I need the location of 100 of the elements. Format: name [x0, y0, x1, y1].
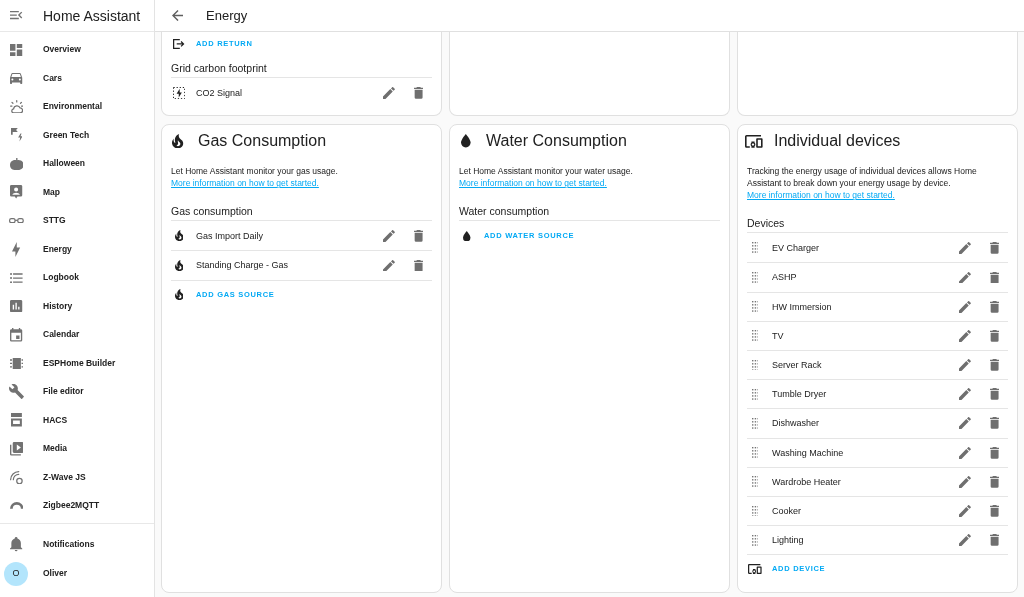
water-drop-icon: [463, 230, 471, 241]
trash-icon[interactable]: [989, 329, 999, 342]
trash-icon[interactable]: [413, 229, 423, 242]
sidebar-item[interactable]: History: [0, 292, 154, 321]
chip-icon: [9, 357, 24, 369]
sidebar-item[interactable]: Map: [0, 178, 154, 207]
trash-icon[interactable]: [989, 446, 999, 459]
drag-handle-icon[interactable]: [751, 242, 759, 254]
drag-handle-icon[interactable]: [751, 418, 759, 429]
flag-bolt-icon: [10, 128, 23, 143]
drag-handle-icon[interactable]: [751, 505, 759, 517]
source-name: Tumble Dryer: [772, 388, 828, 401]
source-name: TV: [772, 329, 785, 342]
sidebar-item[interactable]: Zigbee2MQTT: [0, 491, 154, 520]
sidebar-item[interactable]: STTG: [0, 206, 154, 235]
drag-handle-icon[interactable]: [751, 359, 759, 371]
drag-handle-icon[interactable]: [751, 301, 759, 313]
sidebar-item[interactable]: Overview: [0, 35, 154, 64]
pencil-icon[interactable]: [958, 388, 971, 401]
sidebar-item[interactable]: Halloween: [0, 149, 154, 178]
source-name: Gas Import Daily: [196, 229, 265, 242]
trash-icon[interactable]: [989, 388, 999, 401]
source-name: Dishwasher: [772, 417, 821, 430]
glasses-icon: [9, 218, 24, 224]
pencil-icon[interactable]: [382, 86, 395, 99]
source-name: ASHP: [772, 271, 798, 284]
sidebar-item[interactable]: HACS: [0, 406, 154, 435]
trash-icon[interactable]: [989, 534, 999, 547]
sidebar-item[interactable]: Green Tech: [0, 121, 154, 150]
drag-handle-icon[interactable]: [751, 534, 759, 546]
card-description: Tracking the energy usage of individual devices allows Home Assistant to break down your energy usage by device. More information on how to get started.: [747, 165, 978, 202]
devices-icon: [748, 564, 762, 575]
card-description: Let Home Assistant monitor your gas usage. More information on how to get started.: [171, 165, 339, 190]
sidebar-item[interactable]: Cars: [0, 64, 154, 93]
section-heading: Water consumption: [459, 204, 720, 222]
fire-icon: [174, 230, 184, 242]
trash-icon[interactable]: [413, 259, 423, 272]
pencil-icon[interactable]: [958, 271, 971, 284]
fire-icon: [172, 134, 184, 149]
devices-icon: [745, 134, 763, 148]
trash-icon[interactable]: [989, 417, 999, 430]
sidebar-item[interactable]: Media: [0, 434, 154, 463]
card-title: Water Consumption: [486, 131, 627, 152]
card-title: Individual devices: [774, 131, 901, 152]
trash-icon[interactable]: [989, 271, 999, 284]
play-icon: [9, 441, 24, 456]
trash-icon[interactable]: [989, 359, 999, 371]
pencil-icon[interactable]: [958, 241, 971, 254]
drag-handle-icon[interactable]: [751, 388, 759, 400]
pencil-icon[interactable]: [382, 259, 395, 272]
source-name: Lighting: [772, 534, 805, 547]
trash-icon[interactable]: [989, 475, 999, 488]
drag-handle-icon[interactable]: [751, 330, 759, 342]
source-name: Cooker: [772, 504, 802, 517]
back-arrow-icon[interactable]: [171, 9, 184, 22]
pencil-icon[interactable]: [958, 505, 971, 517]
pumpkin-icon: [9, 157, 24, 170]
sidebar-item[interactable]: Calendar: [0, 320, 154, 349]
section-heading: Devices: [747, 216, 1008, 234]
pencil-icon[interactable]: [958, 300, 971, 313]
panel-icon: [11, 413, 22, 428]
fire-icon: [174, 259, 184, 272]
pencil-icon[interactable]: [958, 417, 971, 430]
sidebar-item[interactable]: File editor: [0, 377, 154, 406]
pencil-icon[interactable]: [958, 329, 971, 342]
menu-icon[interactable]: [10, 11, 23, 20]
list-icon: [10, 272, 23, 283]
card-description: Let Home Assistant monitor your water usage. More information on how to get started.: [459, 165, 634, 190]
pencil-icon[interactable]: [382, 229, 395, 242]
sidebar-item[interactable]: Energy: [0, 235, 154, 264]
drag-handle-icon[interactable]: [751, 476, 759, 488]
sidebar-item[interactable]: Logbook: [0, 263, 154, 292]
app-title: Home Assistant: [43, 6, 141, 25]
sidebar-item[interactable]: Notifications: [0, 530, 154, 559]
trash-icon[interactable]: [989, 300, 999, 313]
page-title: Energy: [206, 7, 248, 24]
sidebar-item[interactable]: ESPHome Builder: [0, 349, 154, 378]
trash-icon[interactable]: [413, 86, 423, 99]
sidebar-item[interactable]: O Oliver: [0, 559, 154, 588]
water-drop-icon: [461, 134, 471, 148]
dotted-bolt-icon: [172, 86, 186, 99]
pencil-icon[interactable]: [958, 534, 971, 547]
section-heading: Gas consumption: [171, 204, 432, 222]
sidebar-item[interactable]: Environmental: [0, 92, 154, 121]
pencil-icon[interactable]: [958, 446, 971, 459]
pencil-icon[interactable]: [958, 359, 971, 371]
calendar-icon: [10, 327, 23, 342]
export-icon: [173, 39, 185, 49]
trash-icon[interactable]: [989, 241, 999, 254]
pencil-icon[interactable]: [958, 475, 971, 488]
wrench-icon: [9, 384, 24, 400]
sidebar-item[interactable]: Z-Wave JS: [0, 463, 154, 492]
car-icon: [10, 72, 23, 84]
dashboard-icon: [10, 43, 23, 56]
bar-chart-icon: [10, 300, 23, 313]
source-name: Wardrobe Heater: [772, 475, 842, 488]
drag-handle-icon[interactable]: [751, 272, 759, 283]
trash-icon[interactable]: [989, 505, 999, 517]
lightning-icon: [12, 241, 21, 257]
drag-handle-icon[interactable]: [751, 447, 759, 458]
